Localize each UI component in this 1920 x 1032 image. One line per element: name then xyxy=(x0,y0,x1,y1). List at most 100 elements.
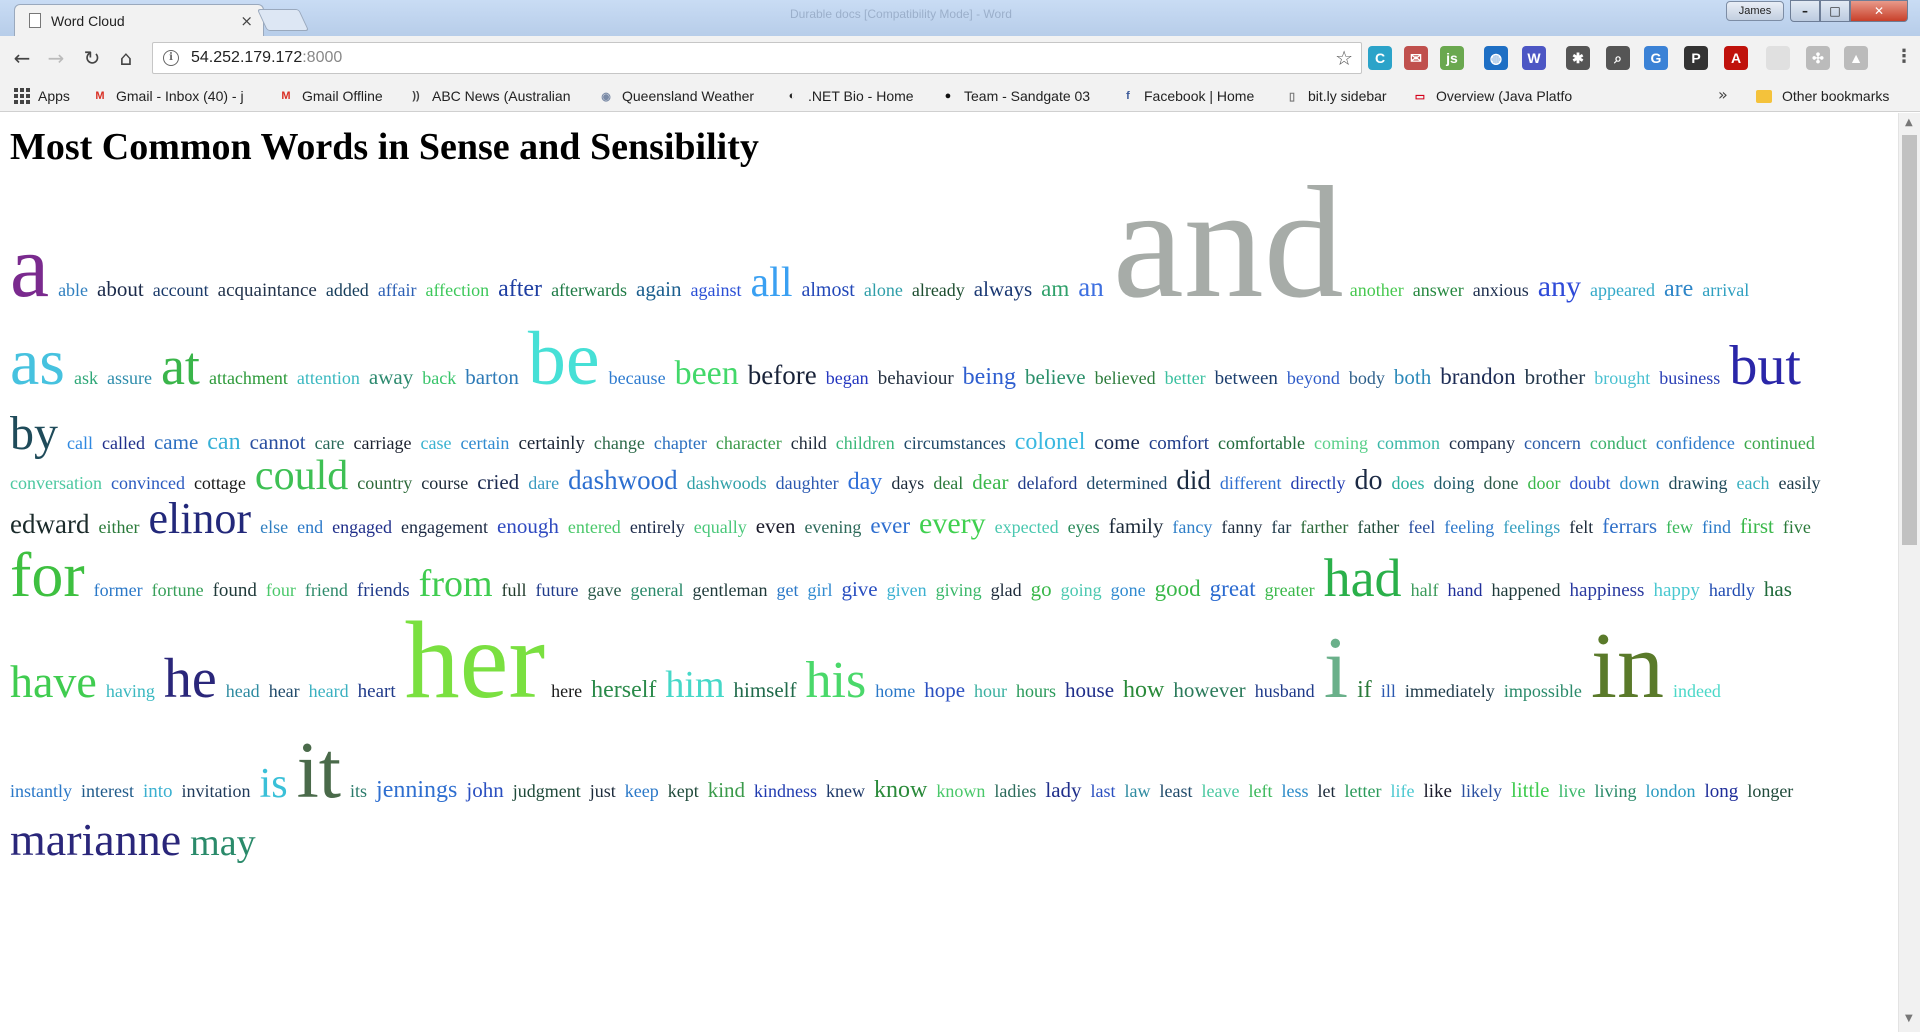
word-cloud-word: another xyxy=(1349,279,1404,300)
bookmark-item[interactable]: )) ABC News (Australian xyxy=(408,86,588,106)
word-cloud-word: immediately xyxy=(1404,680,1495,701)
word-cloud-word: believed xyxy=(1094,367,1156,388)
p-extension-icon[interactable]: P xyxy=(1684,46,1708,70)
bookmark-item[interactable]: ◉ Queensland Weather xyxy=(598,86,776,106)
back-button[interactable]: ← xyxy=(8,44,36,72)
word-cloud-word: carriage xyxy=(353,432,412,453)
bookmark-favicon-icon: M xyxy=(95,90,105,102)
word-cloud-word: care xyxy=(314,432,345,453)
word-cloud-word: change xyxy=(593,432,645,453)
bookmark-item[interactable]: M Gmail Offline xyxy=(278,86,398,106)
word-cloud-word: kept xyxy=(667,781,699,802)
word-cloud-word: came xyxy=(153,429,199,454)
c-extension-icon[interactable]: C xyxy=(1368,46,1392,70)
scroll-up-icon[interactable]: ▲ xyxy=(1905,117,1913,128)
bookmark-item[interactable]: ● Team - Sandgate 03 xyxy=(940,86,1112,106)
word-cloud-word: law xyxy=(1124,781,1151,802)
scroll-down-icon[interactable]: ▼ xyxy=(1905,1013,1913,1024)
word-cloud-word: about xyxy=(97,276,144,301)
translate-extension-icon[interactable]: G xyxy=(1644,46,1668,70)
word-cloud-word: father xyxy=(1357,516,1400,537)
bookmark-favicon-icon: ◐ xyxy=(788,90,796,102)
word-cloud-word: after xyxy=(498,275,543,302)
bookmark-item[interactable]: ▯ bit.ly sidebar xyxy=(1284,86,1402,106)
word-cloud-word: home xyxy=(875,680,916,701)
minimize-button[interactable]: – xyxy=(1790,0,1820,22)
bookmark-item[interactable]: M Gmail - Inbox (40) - j xyxy=(92,86,262,106)
bookmark-label: ABC News (Australian xyxy=(432,88,571,104)
word-cloud-word: delaford xyxy=(1017,472,1078,493)
word-cloud-word: company xyxy=(1448,432,1515,453)
word-cloud-word: john xyxy=(466,778,504,803)
bookmark-label: Gmail - Inbox (40) - j xyxy=(116,88,244,104)
bookmarks-bar: Apps M Gmail - Inbox (40) - j M Gmail Offli… xyxy=(0,80,1920,112)
word-cloud-word: may xyxy=(190,822,256,865)
close-tab-icon[interactable]: × xyxy=(240,12,253,30)
bookmark-label: Overview (Java Platfo xyxy=(1436,88,1573,104)
scrollbar-thumb[interactable] xyxy=(1902,135,1917,545)
word-cloud-word: edward xyxy=(10,508,90,539)
word-cloud-word: entirely xyxy=(629,516,685,537)
word-cloud-word: hope xyxy=(924,677,966,702)
info-icon[interactable]: i xyxy=(163,50,179,66)
puzzle-extension-icon[interactable]: ✣ xyxy=(1806,46,1830,70)
word-cloud-word: head xyxy=(225,680,260,701)
blank-extension-icon[interactable] xyxy=(1766,46,1790,70)
bookmark-favicon-icon: ▯ xyxy=(1288,90,1296,103)
word-cloud-word: giving xyxy=(935,579,982,600)
word-cloud-word: conversation xyxy=(10,472,102,493)
tab-word-cloud[interactable]: Word Cloud × xyxy=(14,4,264,36)
word-cloud-word: days xyxy=(891,472,925,493)
word-cloud-word: former xyxy=(93,579,143,600)
word-cloud-word: live xyxy=(1558,781,1586,802)
word-cloud-word: brought xyxy=(1594,367,1651,388)
more-bookmarks-button[interactable]: » xyxy=(1718,85,1728,104)
vertical-scrollbar[interactable]: ▲ ▼ xyxy=(1898,113,1920,1032)
word-cloud-word: have xyxy=(10,655,97,707)
bug-extension-icon[interactable]: ✱ xyxy=(1566,46,1590,70)
globe-extension-icon[interactable]: ◍ xyxy=(1484,46,1508,70)
word-cloud-word: herself xyxy=(591,676,657,703)
menu-icon[interactable]: ⋮ xyxy=(1895,46,1913,67)
word-cloud-word: account xyxy=(152,279,209,300)
bookmark-item[interactable]: ▭ Overview (Java Platfo xyxy=(1412,86,1582,106)
mail-extension-icon[interactable]: ✉ xyxy=(1404,46,1428,70)
word-cloud-word: get xyxy=(776,579,799,600)
word-cloud-word: farther xyxy=(1300,516,1349,537)
profile-button[interactable]: James xyxy=(1726,1,1784,21)
word-cloud-word: interest xyxy=(81,781,134,802)
word-cloud-word: has xyxy=(1763,576,1792,601)
word-cloud-word: girl xyxy=(807,579,833,600)
address-bar[interactable]: i 54.252.179.172:8000 ☆ xyxy=(152,42,1362,74)
w-extension-icon[interactable]: W xyxy=(1522,46,1546,70)
bookmark-star-icon[interactable]: ☆ xyxy=(1335,46,1353,70)
word-cloud-word: good xyxy=(1154,575,1201,601)
pdf-extension-icon[interactable]: A xyxy=(1724,46,1748,70)
word-cloud-word: how xyxy=(1123,676,1165,703)
zoom-extension-icon[interactable]: ⌕ xyxy=(1606,46,1630,70)
word-cloud-word: determined xyxy=(1086,472,1168,493)
word-cloud-word: anxious xyxy=(1472,279,1529,300)
word-cloud-word: little xyxy=(1511,778,1550,803)
word-cloud-line: by call called came can cannot care carriage cas… xyxy=(10,409,1824,458)
js-extension-icon[interactable]: js xyxy=(1440,46,1464,70)
word-cloud-word: general xyxy=(630,579,684,600)
reload-button[interactable]: ↻ xyxy=(78,44,106,72)
home-button[interactable]: ⌂ xyxy=(112,44,140,72)
close-window-button[interactable]: ✕ xyxy=(1850,0,1908,22)
bookmark-item[interactable]: f Facebook | Home xyxy=(1120,86,1270,106)
bookmark-favicon-icon: ● xyxy=(944,90,952,102)
bookmark-label: Gmail Offline xyxy=(302,88,383,104)
word-cloud-word: known xyxy=(936,781,986,802)
bookmark-item[interactable]: ◐ .NET Bio - Home xyxy=(784,86,932,106)
drive-extension-icon[interactable]: ▲ xyxy=(1844,46,1868,70)
word-cloud-word: called xyxy=(101,432,145,453)
word-cloud-word: future xyxy=(535,579,579,600)
bookmark-other[interactable]: Other bookmarks xyxy=(1756,86,1889,106)
bookmark-apps[interactable]: Apps xyxy=(14,86,70,106)
word-cloud-word: find xyxy=(1702,516,1732,537)
maximize-button[interactable]: □ xyxy=(1820,0,1850,22)
word-cloud-word: its xyxy=(350,781,368,802)
new-tab-button[interactable] xyxy=(256,9,310,31)
forward-button[interactable]: → xyxy=(42,44,70,72)
